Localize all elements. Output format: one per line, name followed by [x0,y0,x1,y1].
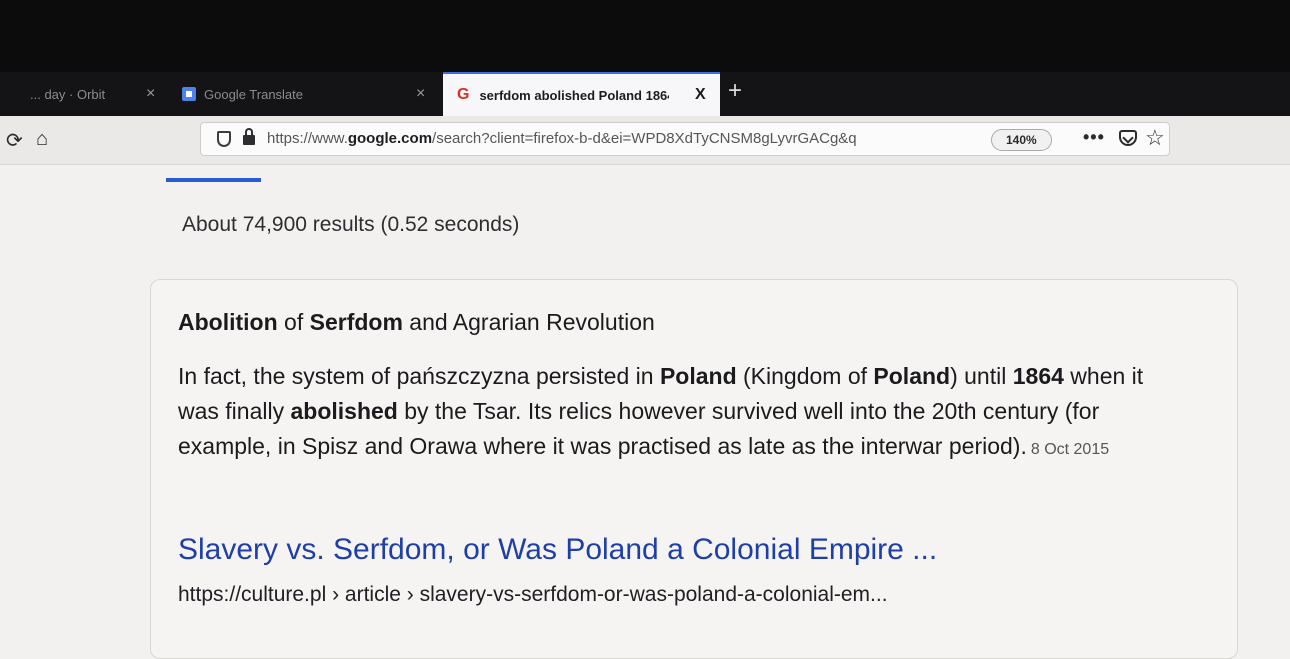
zoom-level-badge[interactable]: 140% [991,129,1052,151]
bookmark-star-icon[interactable]: ☆ [1145,125,1165,151]
lock-icon[interactable] [243,128,255,145]
result-breadcrumb-url[interactable]: https://culture.pl › article › slavery-v… [178,583,888,607]
tab-google-translate[interactable]: Google Translate × [182,72,442,116]
translate-icon [182,87,196,101]
reload-icon[interactable]: ⟳ [6,128,23,153]
featured-snippet-title: Abolition of Serfdom and Agrarian Revolu… [178,309,655,335]
featured-snippet-text: In fact, the system of pańszczyzna persi… [178,363,1144,459]
address-bar[interactable]: https://www.google.com/search?client=fir… [200,122,1170,156]
tab-label: ... day · Orbit [30,86,106,102]
result-link-title[interactable]: Slavery vs. Serfdom, or Was Poland a Col… [178,533,937,567]
pocket-icon[interactable] [1119,130,1137,146]
tab-bar: ... day · Orbit × Google Translate × G s… [0,72,1290,116]
page-actions-menu-icon[interactable]: ••• [1083,127,1105,148]
close-icon[interactable]: × [146,85,155,103]
tab-active-search[interactable]: G serfdom abolished Poland 1864 X [443,72,720,116]
new-tab-button[interactable]: + [728,72,742,112]
snippet-date: 8 Oct 2015 [1030,441,1110,458]
close-icon[interactable]: × [416,85,425,103]
tab-label: Google Translate [204,86,304,102]
tab-orbit[interactable]: ... day · Orbit × [30,72,170,116]
home-icon[interactable]: ⌂ [36,128,48,151]
google-icon: G [457,86,470,103]
close-icon[interactable]: X [695,86,706,104]
tab-label: serfdom abolished Poland 1864 [479,87,670,103]
search-tab-indicator [166,178,261,182]
result-stats: About 74,900 results (0.52 seconds) [182,213,520,236]
navigation-bar: ⟳ ⌂ https://www.google.com/search?client… [0,116,1290,165]
url-text[interactable]: https://www.google.com/search?client=fir… [267,130,947,147]
shield-icon[interactable] [217,131,231,147]
monitor-bezel [0,0,1290,72]
